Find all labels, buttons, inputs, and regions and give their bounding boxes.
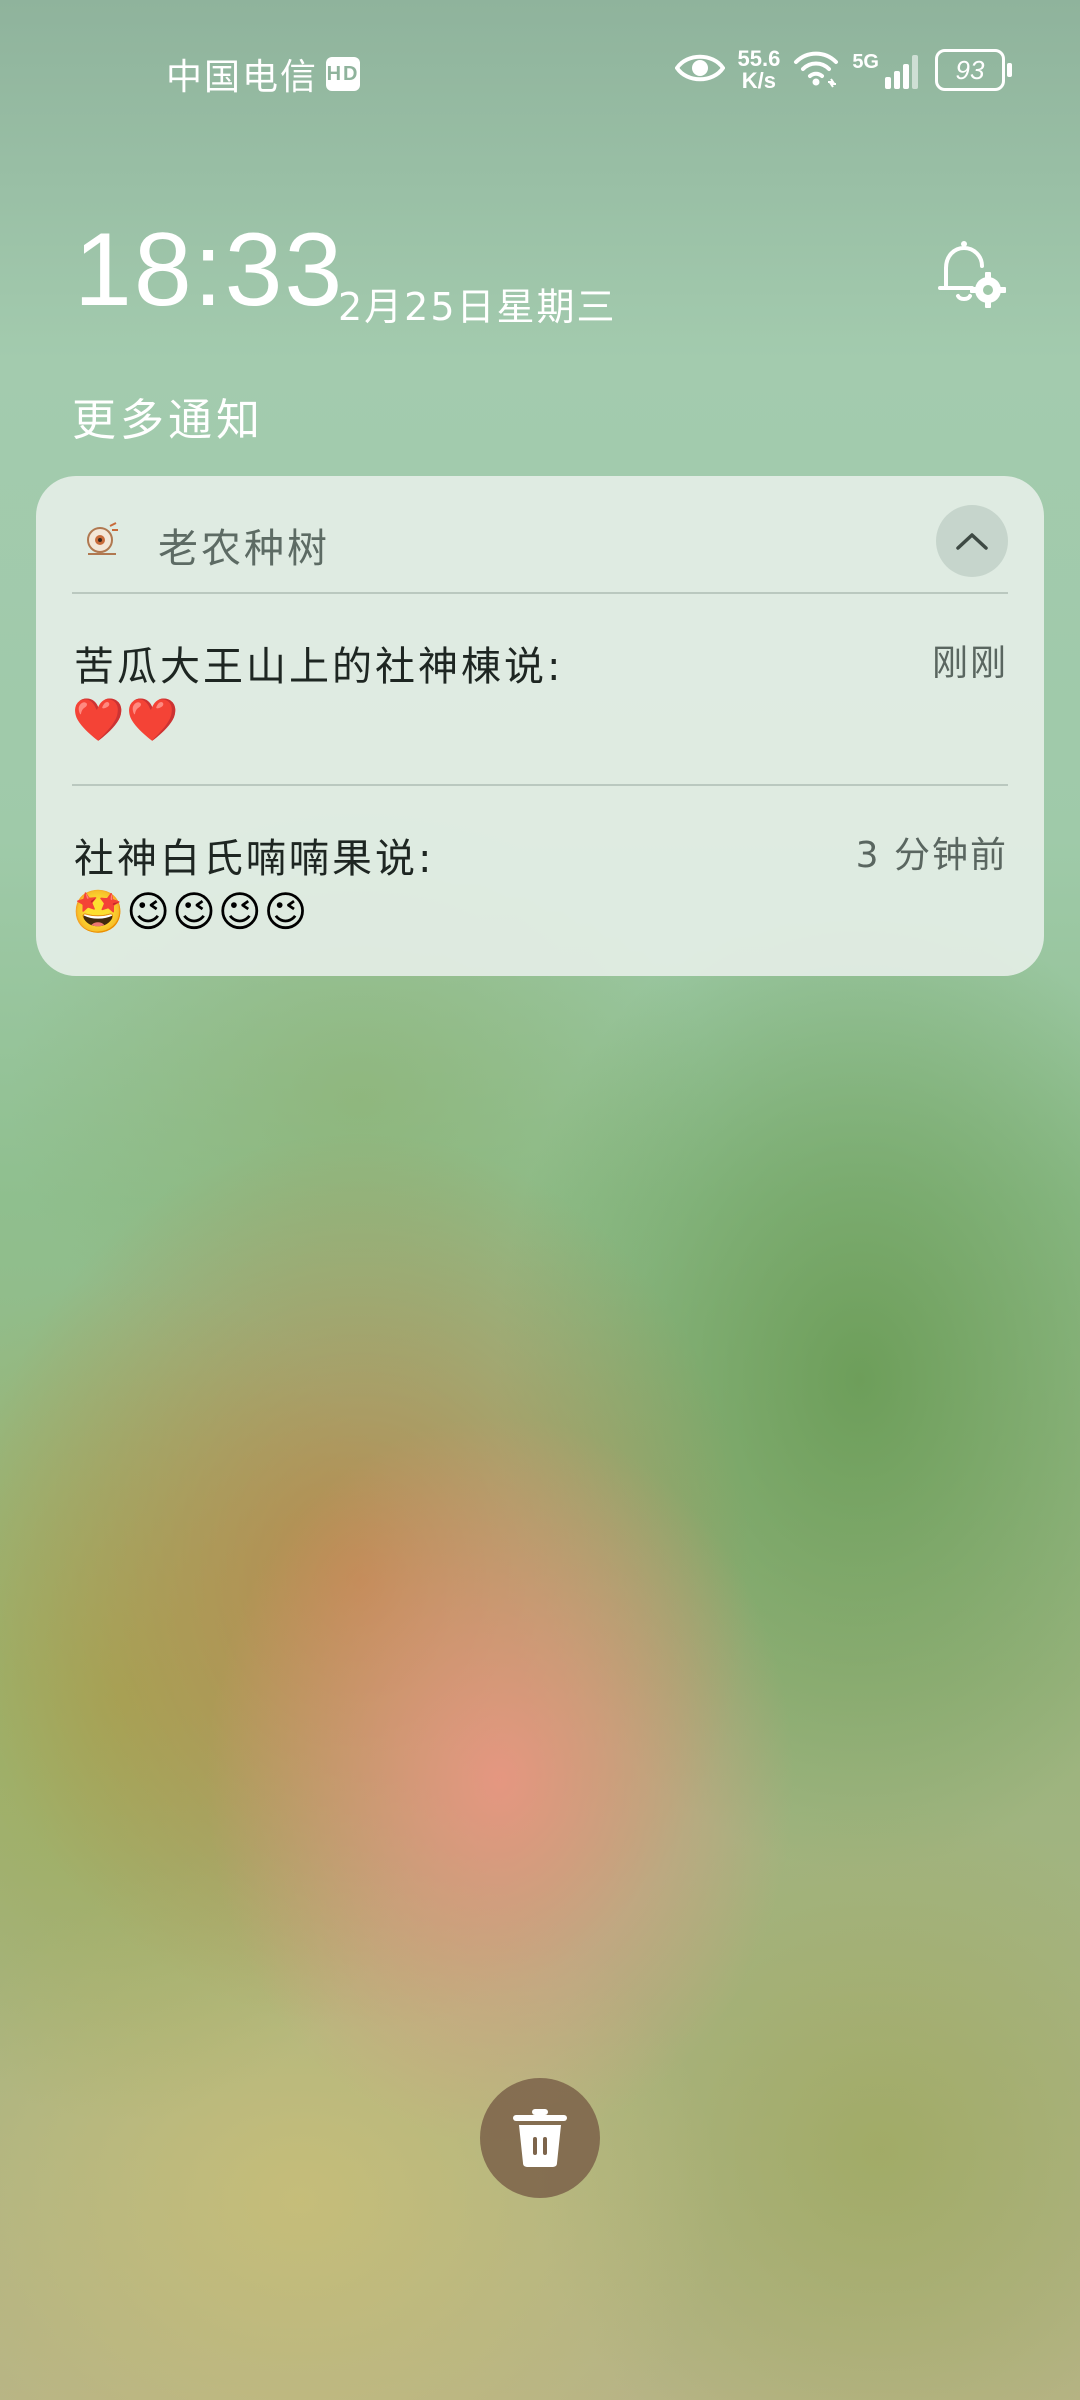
network-type: 5G — [852, 51, 879, 73]
notification-group-header[interactable]: 老农种树 — [36, 476, 1044, 592]
network-speed: 55.6 K/s — [737, 48, 780, 92]
notification-settings-button[interactable] — [934, 238, 1008, 314]
message-body: ❤️❤️ — [72, 695, 181, 744]
clear-notifications-button[interactable] — [480, 2078, 600, 2198]
signal-icon: 5G — [852, 51, 923, 89]
hd-badge: HD — [326, 57, 361, 91]
notification-group-card[interactable]: 老农种树 苦瓜大王山上的社神棟说: 刚刚 ❤️❤️ 社神白氏喃喃果说: 3 分钟… — [36, 476, 1044, 976]
notification-message[interactable]: 苦瓜大王山上的社神棟说: 刚刚 ❤️❤️ — [36, 594, 1044, 774]
message-title: 社神白氏喃喃果说: — [74, 836, 435, 882]
status-bar: 中国电信 HD 55.6 K/s 5G 93 — [0, 0, 1080, 150]
carrier-name: 中国电信 — [166, 57, 319, 98]
more-notifications-label: 更多通知 — [72, 395, 264, 446]
collapse-button[interactable] — [936, 505, 1008, 577]
network-speed-value: 55.6 — [737, 46, 781, 71]
message-time: 刚刚 — [931, 643, 1008, 684]
message-title: 苦瓜大王山上的社神棟说: — [74, 644, 564, 690]
clock-time: 18:33 — [74, 212, 345, 328]
app-icon — [82, 520, 122, 560]
message-time: 3 分钟前 — [855, 835, 1008, 876]
message-body: 🤩😉😉😉😉 — [72, 887, 310, 936]
battery-icon: 93 — [935, 49, 1012, 91]
wifi-icon — [792, 48, 840, 92]
trash-icon — [513, 2109, 567, 2167]
app-name: 老农种树 — [158, 526, 330, 572]
clock-date: 2月25日星期三 — [338, 285, 617, 329]
notification-message[interactable]: 社神白氏喃喃果说: 3 分钟前 🤩😉😉😉😉 — [36, 786, 1044, 966]
status-icons: 55.6 K/s 5G 93 — [675, 48, 1012, 92]
bell-settings-icon — [938, 241, 1006, 308]
eye-icon — [675, 51, 726, 89]
battery-level: 93 — [955, 54, 985, 85]
network-speed-unit: K/s — [741, 68, 777, 93]
carrier: 中国电信 HD — [166, 48, 361, 100]
chevron-up-icon — [956, 533, 988, 550]
